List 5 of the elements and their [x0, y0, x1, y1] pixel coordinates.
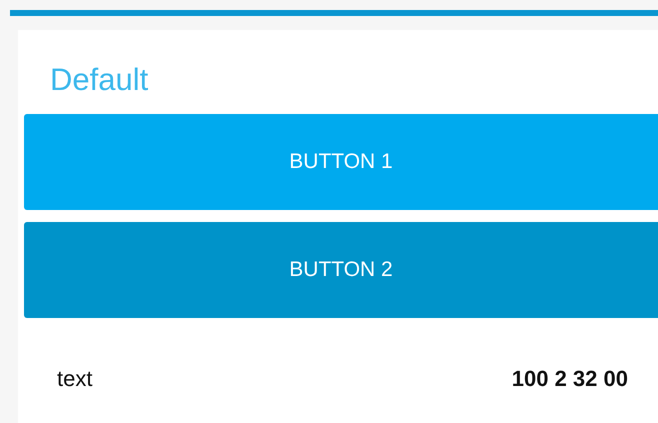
section-title: Default	[50, 61, 150, 99]
action-button[interactable]: BUTTON 2	[24, 222, 658, 318]
action-button[interactable]: BUTTON 1	[24, 114, 658, 210]
row-value: 100 2 32 00	[512, 366, 628, 392]
row-label: text	[57, 366, 92, 392]
